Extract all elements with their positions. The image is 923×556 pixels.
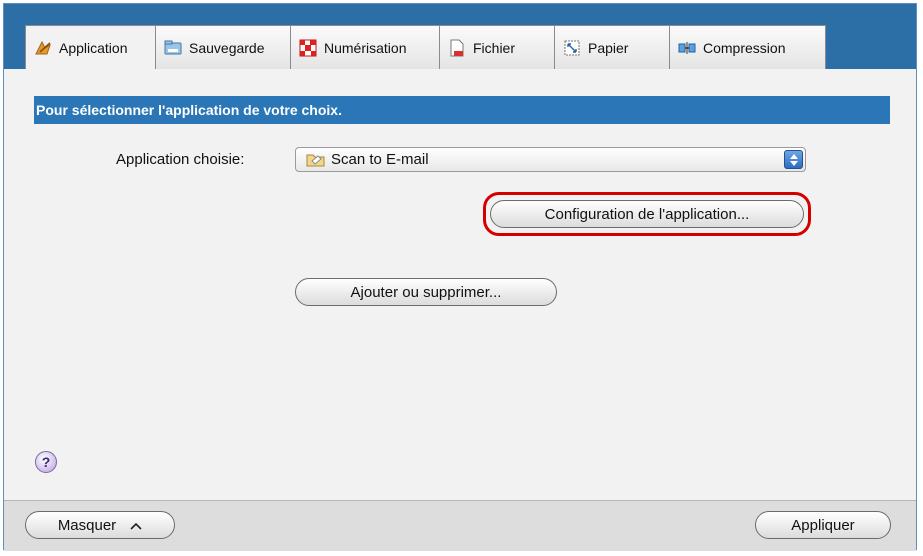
tab-bar: Application Sauvegarde Numérisation Fich… xyxy=(4,4,916,69)
compression-icon xyxy=(678,39,696,57)
tab-fichier[interactable]: Fichier xyxy=(440,25,555,69)
paper-icon xyxy=(563,39,581,57)
tab-label: Papier xyxy=(588,39,629,56)
tab-numerisation[interactable]: Numérisation xyxy=(291,25,440,69)
scan-icon xyxy=(299,39,317,57)
tab-compression[interactable]: Compression xyxy=(670,25,826,69)
application-selected-value: Scan to E-mail xyxy=(331,151,429,168)
add-remove-button[interactable]: Ajouter ou supprimer... xyxy=(295,278,557,306)
section-banner: Pour sélectionner l'application de votre… xyxy=(34,96,890,124)
preferences-window: Application Sauvegarde Numérisation Fich… xyxy=(3,3,917,551)
highlight-outline xyxy=(483,192,811,236)
file-icon xyxy=(448,39,466,57)
application-icon xyxy=(34,39,52,57)
tab-label: Numérisation xyxy=(324,39,407,56)
tab-label: Fichier xyxy=(473,39,516,56)
popup-stepper-icon[interactable] xyxy=(784,150,803,169)
hide-button[interactable]: Masquer xyxy=(25,511,175,539)
app-folder-icon xyxy=(306,152,326,168)
tab-papier[interactable]: Papier xyxy=(555,25,670,69)
hide-button-label: Masquer xyxy=(57,516,117,534)
tabs: Application Sauvegarde Numérisation Fich… xyxy=(25,25,826,69)
folder-icon xyxy=(164,39,182,57)
application-popup[interactable]: Scan to E-mail xyxy=(295,147,806,172)
tab-sauvegarde[interactable]: Sauvegarde xyxy=(156,25,291,69)
tab-label: Application xyxy=(59,39,128,56)
apply-button[interactable]: Appliquer xyxy=(755,511,891,539)
bottom-bar: Masquer Appliquer xyxy=(4,500,916,551)
application-label: Application choisie: xyxy=(116,151,245,168)
help-icon[interactable]: ? xyxy=(35,451,57,473)
chevron-up-icon xyxy=(130,517,142,534)
tab-label: Sauvegarde xyxy=(189,39,265,56)
tab-application[interactable]: Application xyxy=(25,25,156,69)
tab-content: Pour sélectionner l'application de votre… xyxy=(4,69,916,500)
tab-label: Compression xyxy=(703,39,786,56)
